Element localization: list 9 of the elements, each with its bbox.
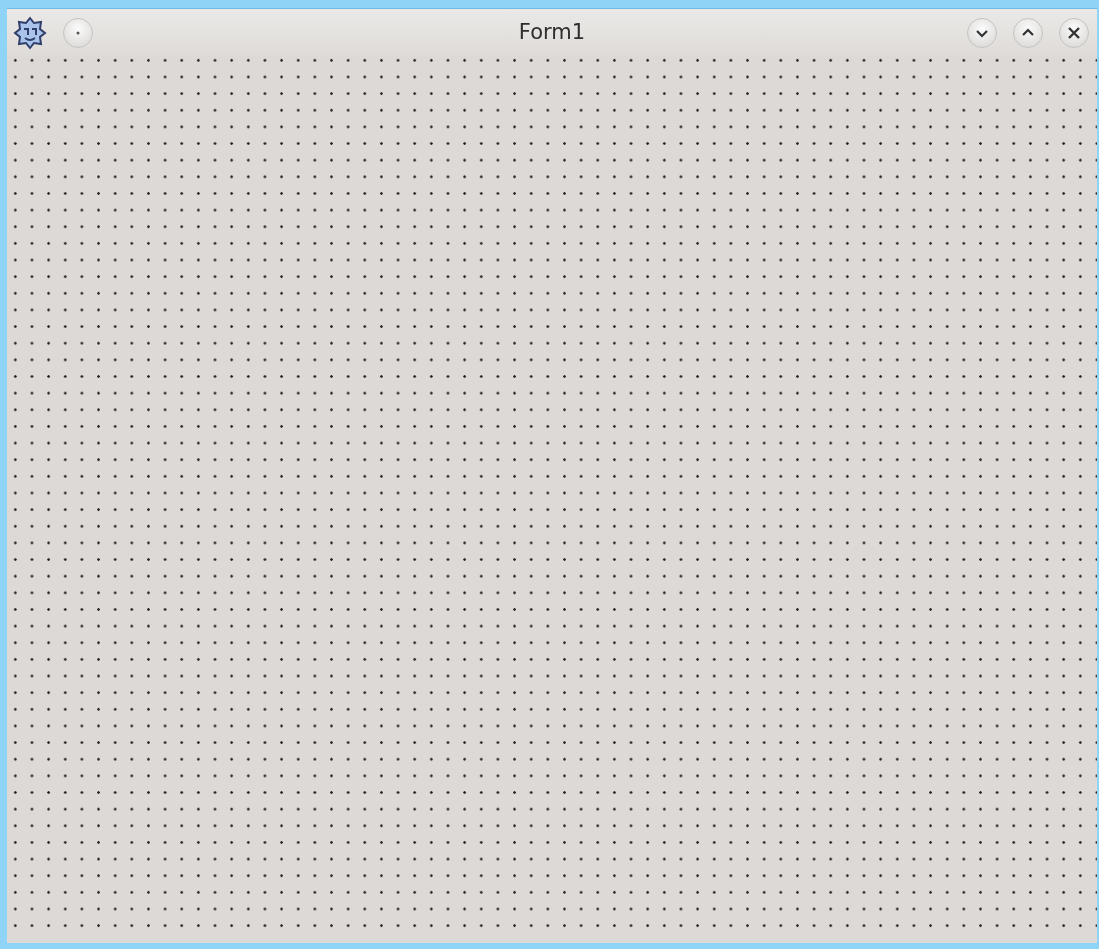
maximize-button[interactable] — [1013, 17, 1043, 48]
close-button[interactable] — [1059, 17, 1089, 48]
chevron-down-icon — [975, 27, 989, 38]
dot-icon — [76, 30, 80, 35]
close-icon — [1067, 25, 1081, 40]
window-title: Form1 — [518, 19, 586, 44]
app-logo-icon[interactable] — [13, 15, 47, 50]
minimize-button[interactable] — [967, 17, 997, 48]
chevron-up-icon — [1021, 27, 1035, 38]
